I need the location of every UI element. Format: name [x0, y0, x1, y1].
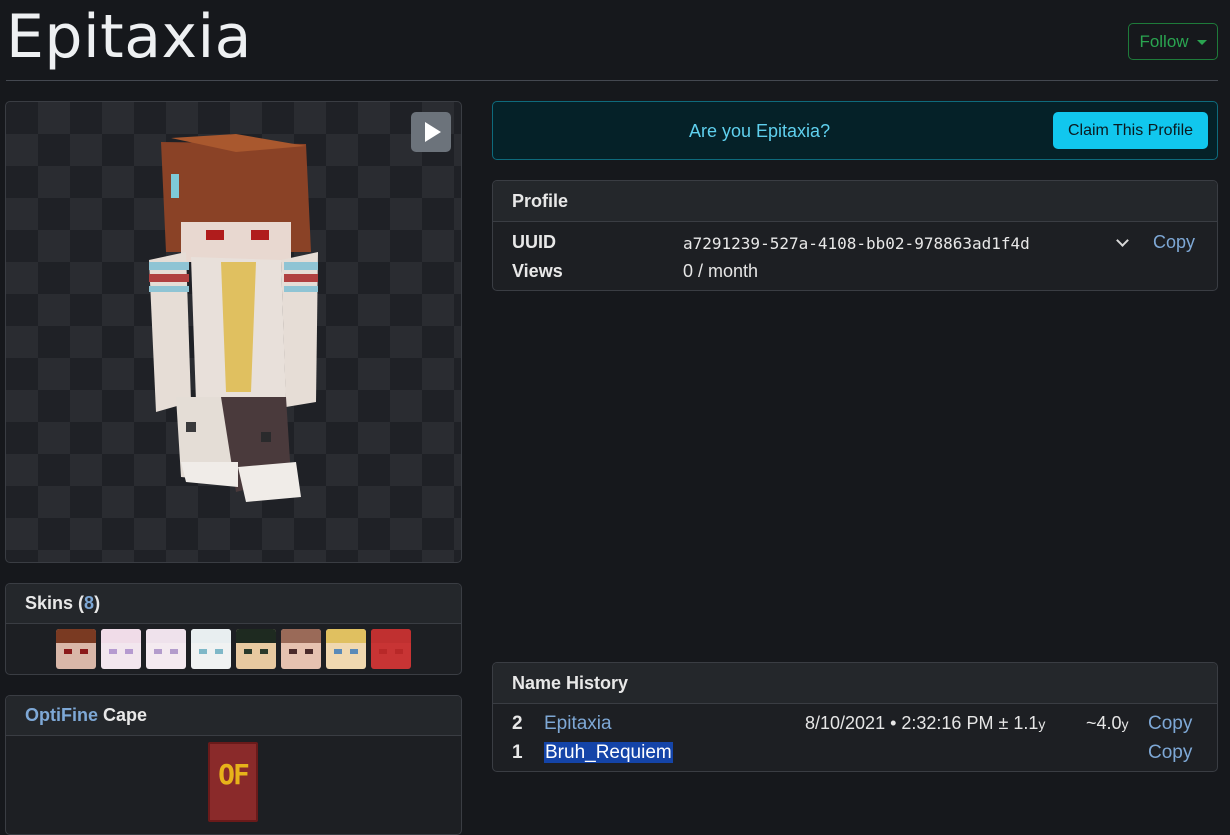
thumb-eye — [395, 649, 403, 654]
thumb-eye — [80, 649, 88, 654]
thumb-eye — [379, 649, 387, 654]
uuid-copy-link[interactable]: Copy — [1153, 232, 1195, 253]
thumb-eye — [215, 649, 223, 654]
skin-thumbnail[interactable] — [146, 629, 186, 669]
skin-thumbnail[interactable] — [326, 629, 366, 669]
claim-question: Are you Epitaxia? — [689, 121, 831, 141]
caret-down-icon — [1196, 39, 1207, 45]
name-index: 2 — [512, 713, 523, 734]
thumb-eye — [260, 649, 268, 654]
thumb-eye — [305, 649, 313, 654]
skin-thumbnails — [6, 624, 461, 669]
skin-thumbnail[interactable] — [281, 629, 321, 669]
thumb-eye — [199, 649, 207, 654]
cape-card: OptiFine Cape OF — [5, 695, 462, 835]
cape-header: OptiFine Cape — [6, 696, 461, 736]
optifine-cape[interactable]: OF — [208, 742, 258, 822]
name-index: 1 — [512, 742, 523, 763]
skins-card: Skins (8) — [5, 583, 462, 675]
views-label: Views — [512, 261, 563, 281]
profile-header: Profile — [493, 181, 1217, 222]
optifine-link[interactable]: OptiFine — [25, 705, 98, 726]
skin-render — [149, 134, 318, 502]
thumb-hair — [56, 629, 96, 643]
thumb-eye — [109, 649, 117, 654]
thumb-eye — [170, 649, 178, 654]
name-link[interactable]: Bruh_Requiem — [544, 742, 673, 764]
skin-thumbnail[interactable] — [56, 629, 96, 669]
claim-profile-button[interactable]: Claim This Profile — [1053, 112, 1208, 149]
uuid-label: UUID — [512, 232, 556, 252]
name-copy-link[interactable]: Copy — [1148, 713, 1192, 735]
thumb-hair — [191, 629, 231, 643]
name-history-card: Name History 2 Epitaxia 8/10/2021 • 2:32… — [492, 662, 1218, 772]
skins-count-close: ) — [94, 593, 101, 613]
thumb-hair — [326, 629, 366, 643]
profile-card: Profile UUID a7291239-527a-4108-bb02-978… — [492, 180, 1218, 291]
thumb-hair — [371, 629, 411, 643]
chevron-down-icon[interactable] — [1116, 234, 1129, 247]
skins-title: Skins — [25, 593, 74, 613]
thumb-eye — [125, 649, 133, 654]
thumb-eye — [64, 649, 72, 654]
play-button[interactable] — [411, 112, 451, 152]
thumb-eye — [350, 649, 358, 654]
skins-count[interactable]: 8 — [84, 593, 94, 614]
thumb-hair — [101, 629, 141, 643]
name-copy-link[interactable]: Copy — [1148, 742, 1192, 764]
name-link[interactable]: Epitaxia — [544, 713, 612, 735]
date-unit: y — [1038, 716, 1046, 732]
thumb-hair — [281, 629, 321, 643]
age-unit: y — [1121, 716, 1129, 732]
name-change-date: 8/10/2021 • 2:32:16 PM ± 1.1y — [805, 713, 1045, 734]
thumb-eye — [334, 649, 342, 654]
thumb-eye — [154, 649, 162, 654]
cape-label: Cape — [103, 705, 148, 725]
claim-alert: Are you Epitaxia? Claim This Profile — [492, 101, 1218, 160]
skin-thumbnail[interactable] — [101, 629, 141, 669]
page-title: Epitaxia — [6, 2, 252, 72]
skin-viewer[interactable] — [5, 101, 462, 563]
follow-label: Follow — [1139, 31, 1189, 51]
skin-thumbnail[interactable] — [371, 629, 411, 669]
follow-button[interactable]: Follow — [1128, 23, 1218, 60]
thumb-hair — [146, 629, 186, 643]
name-history-header: Name History — [493, 663, 1217, 704]
play-icon — [425, 122, 441, 142]
thumb-eye — [244, 649, 252, 654]
name-age-text: ~4.0 — [1086, 713, 1122, 733]
skin-thumbnail[interactable] — [191, 629, 231, 669]
views-value: 0 / month — [683, 261, 759, 281]
uuid-value: a7291239-527a-4108-bb02-978863ad1f4d — [683, 234, 1030, 253]
selected-name-text[interactable]: Bruh_Requiem — [544, 742, 673, 763]
thumb-hair — [236, 629, 276, 643]
skins-header: Skins (8) — [6, 584, 461, 624]
skin-thumbnail[interactable] — [236, 629, 276, 669]
header-divider — [6, 80, 1218, 81]
name-change-date-text: 8/10/2021 • 2:32:16 PM ± 1.1 — [805, 713, 1039, 733]
name-age: ~4.0y — [1086, 713, 1129, 734]
thumb-eye — [289, 649, 297, 654]
